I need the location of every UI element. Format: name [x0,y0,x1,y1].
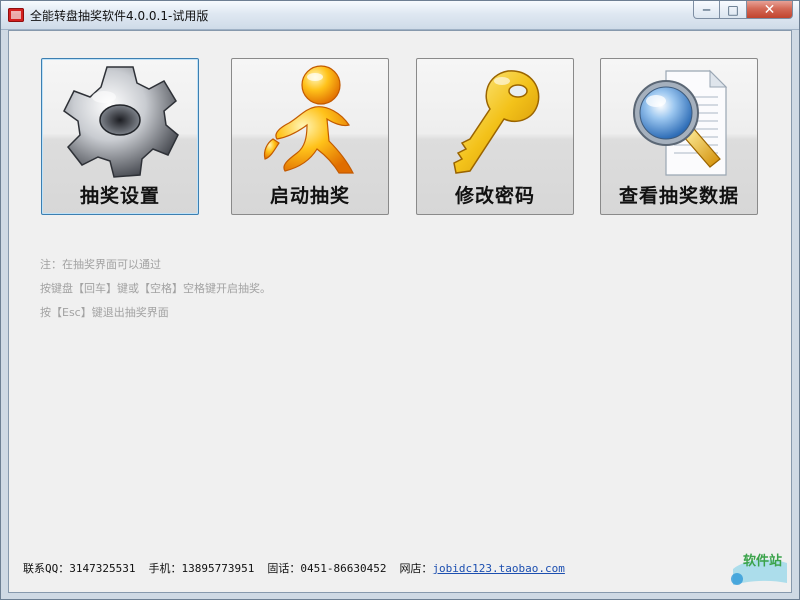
shop-label: 网店： [399,562,433,575]
note-line: 注：在抽奖界面可以通过 [40,258,161,271]
contact-qq: 联系QQ：3147325531 [23,562,136,575]
running-man-icon [232,63,388,179]
shop-link[interactable]: jobidc123.taobao.com [432,562,564,575]
watermark-logo: 软件站 [729,539,791,589]
window-controls: ─ □ ✕ [693,1,793,21]
app-window: 全能转盘抽奖软件4.0.0.1-试用版 ─ □ ✕ 抽奖设置 启动抽奖 修改密码… [0,0,800,600]
usage-notes: 注：在抽奖界面可以通过 按键盘【回车】键或【空格】空格键开启抽奖。 按【Esc】… [40,253,271,325]
magnifier-document-icon [601,63,757,179]
view-lottery-data-button[interactable]: 查看抽奖数据 [600,58,758,215]
maximize-button[interactable]: □ [720,1,747,19]
title-bar[interactable]: 全能转盘抽奖软件4.0.0.1-试用版 ─ □ ✕ [1,1,799,30]
lottery-settings-button[interactable]: 抽奖设置 [41,58,199,215]
tile-label: 抽奖设置 [79,185,160,207]
window-title: 全能转盘抽奖软件4.0.0.1-试用版 [30,9,209,23]
gear-icon [42,63,198,179]
change-password-button[interactable]: 修改密码 [416,58,574,215]
watermark-text: 软件站 [743,553,782,569]
start-lottery-button[interactable]: 启动抽奖 [231,58,389,215]
tile-label: 查看抽奖数据 [618,185,739,207]
contact-tel: 固话：0451-86630452 [267,562,387,575]
key-icon [417,63,573,179]
main-panel: 抽奖设置 启动抽奖 修改密码 查看抽奖数据 注：在抽奖界面可以通过 按键盘【回车… [8,30,792,593]
close-button[interactable]: ✕ [747,1,793,19]
app-icon [8,8,24,22]
note-line: 按键盘【回车】键或【空格】空格键开启抽奖。 [40,282,271,295]
minimize-button[interactable]: ─ [693,1,720,19]
tile-label: 修改密码 [454,185,535,207]
contact-phone: 手机：13895773951 [148,562,255,575]
tile-label: 启动抽奖 [269,185,350,207]
note-line: 按【Esc】键退出抽奖界面 [40,306,169,319]
contact-footer: 联系QQ：3147325531 手机：13895773951 固话：0451-866… [23,560,565,576]
